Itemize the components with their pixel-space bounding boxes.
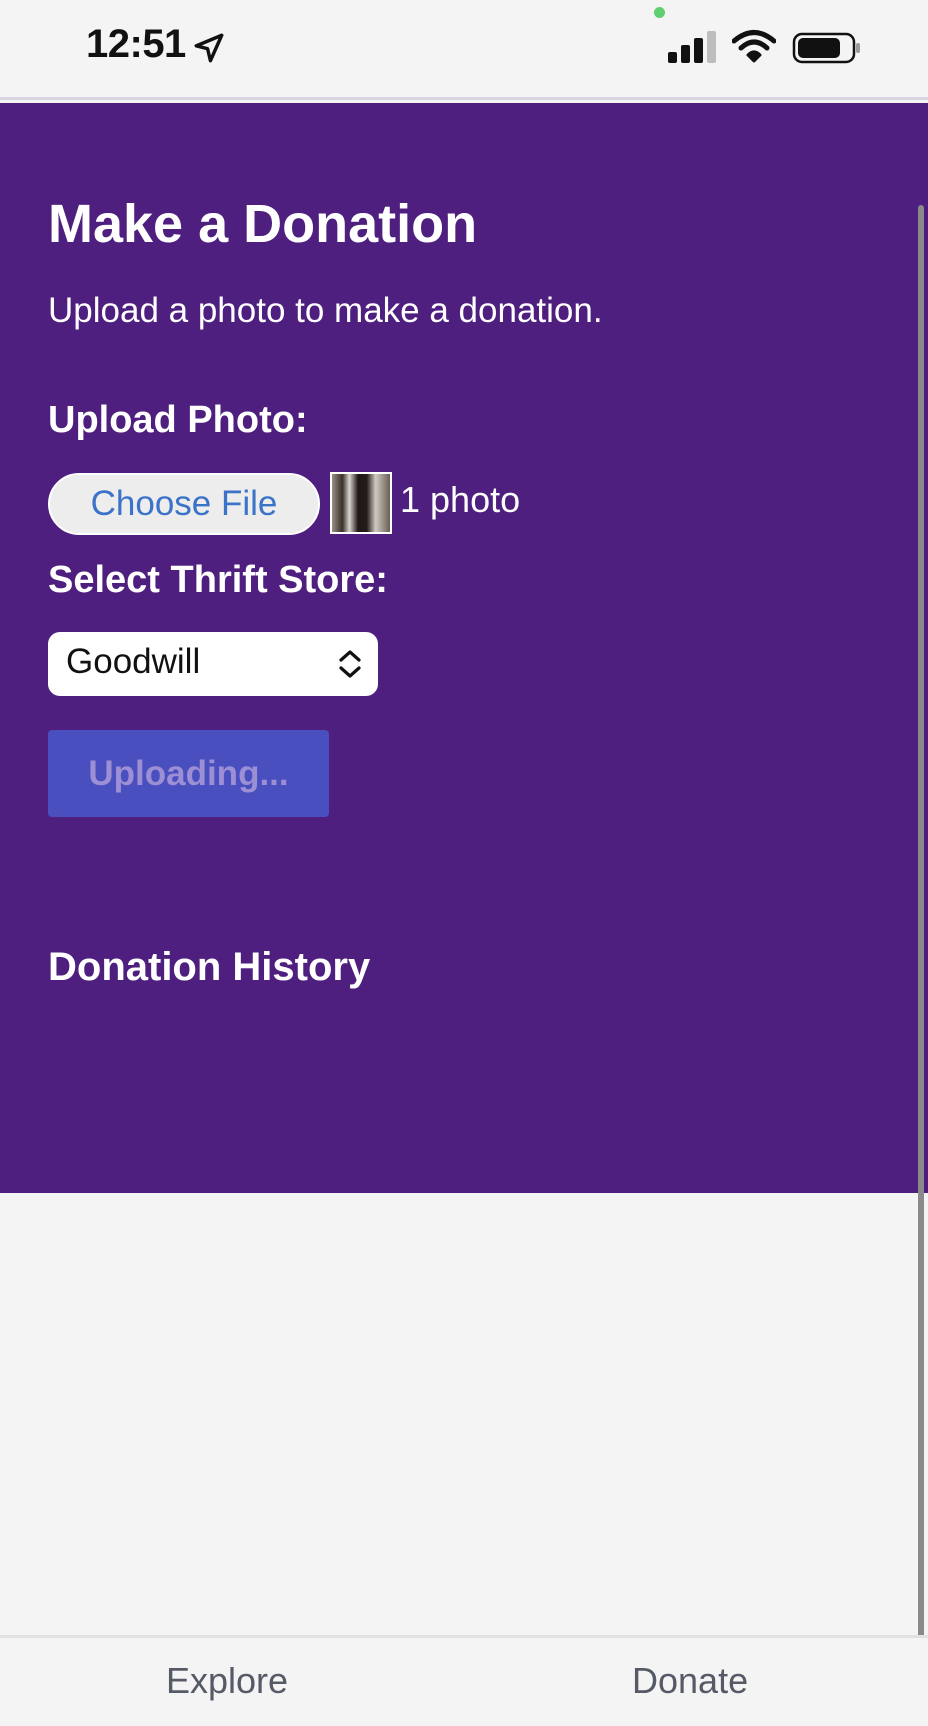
status-bar: 12:51 — [0, 0, 928, 100]
upload-button[interactable]: Uploading... — [48, 730, 329, 817]
battery-icon — [792, 32, 860, 64]
scrollbar[interactable] — [918, 205, 924, 1697]
choose-file-button[interactable]: Choose File — [48, 473, 320, 535]
thrift-store-selected-value: Goodwill — [66, 642, 201, 681]
photo-count: 1 photo — [400, 479, 521, 520]
upload-photo-label: Upload Photo: — [48, 399, 308, 441]
thrift-store-select[interactable]: Goodwill — [48, 632, 378, 696]
chevron-up-down-icon — [339, 650, 361, 678]
cellular-signal-icon — [668, 31, 716, 63]
wifi-icon — [732, 30, 776, 63]
page-subtitle: Upload a photo to make a donation. — [48, 291, 603, 330]
status-time: 12:51 — [86, 22, 186, 66]
tab-explore[interactable]: Explore — [166, 1660, 288, 1702]
location-arrow-icon — [194, 33, 224, 63]
donation-history-title: Donation History — [48, 945, 371, 989]
screen: 12:51 Make a Donation Upload a photo to … — [0, 0, 928, 1726]
page-title: Make a Donation — [48, 194, 478, 254]
donation-panel: Make a Donation Upload a photo to make a… — [0, 103, 928, 1193]
select-store-label: Select Thrift Store: — [48, 559, 388, 601]
tab-donate[interactable]: Donate — [632, 1660, 748, 1702]
photo-thumbnail — [330, 472, 392, 534]
camera-indicator-dot — [654, 7, 665, 18]
bottom-tab-bar: Explore Donate — [0, 1635, 928, 1726]
